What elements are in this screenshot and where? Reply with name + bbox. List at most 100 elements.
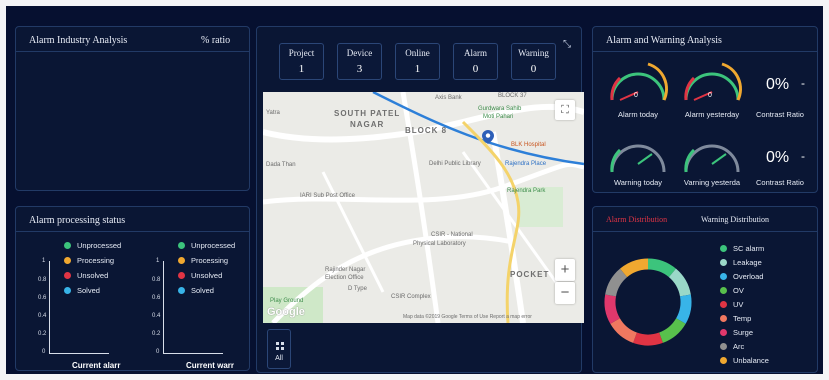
donut-slice-ov[interactable]	[658, 317, 686, 343]
expand-icon[interactable]: ⤡	[563, 39, 571, 50]
legend-item-arc[interactable]: Arc	[720, 342, 744, 351]
gauge-value: 0	[634, 92, 638, 99]
stat-value: 1	[298, 63, 305, 75]
processing-status-panel: Alarm processing status Unprocessed Proc…	[15, 206, 250, 371]
filter-all-button[interactable]: All	[267, 329, 291, 369]
donut-slice-uv[interactable]	[633, 332, 663, 346]
legend-item-ov[interactable]: OV	[720, 286, 744, 295]
legend-item-overload[interactable]: Overload	[720, 272, 763, 281]
legend-item-unsolved[interactable]: Unsolved	[64, 271, 108, 280]
map-label: Election Office	[325, 275, 364, 281]
fullscreen-icon[interactable]: ⛶	[555, 100, 575, 120]
stat-alarm[interactable]: Alarm 0	[453, 43, 498, 80]
legend-item-surge[interactable]: Surge	[720, 328, 753, 337]
legend-label: Processing	[77, 256, 115, 265]
map-label: Play Ground	[270, 298, 304, 304]
legend-item-unprocessed[interactable]: Unprocessed	[178, 241, 235, 250]
legend-dot	[720, 245, 727, 252]
divider	[593, 231, 817, 232]
panel-title: Alarm Industry Analysis	[29, 35, 128, 46]
divider	[16, 51, 249, 52]
map-view[interactable]: BLOCK 37 Axis Bank Gurdwara Sahib Moti P…	[263, 92, 584, 323]
stat-device[interactable]: Device 3	[337, 43, 382, 80]
gauge-label: Alarm yesterday	[684, 110, 740, 119]
donut-slice-temp[interactable]	[610, 317, 638, 343]
divider	[16, 231, 249, 232]
gauge-label: Alarm today	[617, 110, 659, 119]
map-label: Yatra	[266, 110, 280, 116]
donut-slice-overload[interactable]	[676, 294, 692, 324]
donut-slice-arc[interactable]	[605, 268, 628, 297]
legend-dot	[178, 257, 185, 264]
legend-label: Overload	[733, 272, 764, 281]
map-label: Rajinder Nagar	[325, 267, 366, 273]
panel-title: Alarm and Warning Analysis	[606, 35, 722, 46]
tab-warning-distribution[interactable]: Warning Distribution	[701, 215, 769, 224]
donut-slice-leakage[interactable]	[668, 268, 691, 297]
legend-item-unsolved[interactable]: Unsolved	[178, 271, 222, 280]
contrast-ratio-suffix: -	[801, 149, 805, 163]
legend-item-unprocessed[interactable]: Unprocessed	[64, 241, 121, 250]
map-label: Gurdwara Sahib	[478, 106, 522, 112]
gauge-label: Warning today	[613, 178, 663, 187]
legend-dot	[64, 257, 71, 264]
stat-label: Device	[346, 48, 373, 58]
gauge-dial-icon	[610, 144, 666, 173]
legend-item-solved[interactable]: Solved	[64, 286, 100, 295]
stat-label: Online	[405, 48, 430, 58]
dashboard: Alarm Industry Analysis % ratio Alarm pr…	[6, 6, 823, 374]
legend-dot	[178, 272, 185, 279]
legend-dot	[64, 287, 71, 294]
y-tick: 0.8	[152, 277, 161, 283]
legend-dot	[178, 287, 185, 294]
legend-item-temp[interactable]: Temp	[720, 314, 751, 323]
map-label: SOUTH PATEL	[334, 109, 401, 118]
legend-item-uv[interactable]: UV	[720, 300, 743, 309]
gauge-warning-today	[606, 128, 670, 178]
stat-value: 3	[356, 63, 363, 75]
legend-item-unbalance[interactable]: Unbalance	[720, 356, 769, 365]
tab-alarm-distribution[interactable]: Alarm Distribution	[606, 215, 667, 224]
donut-slice-surge[interactable]	[604, 294, 620, 324]
legend-dot	[720, 343, 727, 350]
legend-item-solved[interactable]: Solved	[178, 286, 214, 295]
gauge-warning-yesterday	[680, 128, 744, 178]
chart-caption: Current warr	[186, 361, 235, 370]
map-label: Physical Laboratory	[413, 241, 466, 247]
legend-label: UV	[733, 300, 744, 309]
stat-label: Project	[288, 48, 315, 58]
map-label: NAGAR	[350, 120, 385, 129]
zoom-out-button[interactable]: −	[555, 282, 575, 304]
x-axis	[163, 353, 223, 354]
y-tick: 0.4	[152, 313, 161, 319]
legend-label: SC alarm	[733, 244, 765, 253]
legend-label: OV	[733, 286, 744, 295]
map-label: BLOCK 8	[405, 126, 448, 135]
legend-label: Processing	[191, 256, 229, 265]
donut-slice-unbalance[interactable]	[620, 258, 649, 278]
stat-value: 1	[414, 63, 421, 75]
map-label: Delhi Public Library	[429, 161, 481, 167]
map-label: Axis Bank	[435, 95, 462, 101]
legend-item-sc-alarm[interactable]: SC alarm	[720, 244, 764, 253]
legend-label: Solved	[191, 286, 214, 295]
legend-item-processing[interactable]: Processing	[64, 256, 114, 265]
location-marker-icon[interactable]	[482, 130, 494, 144]
legend-dot	[720, 301, 727, 308]
y-tick: 1	[42, 258, 46, 264]
stat-warning[interactable]: Warning 0	[511, 43, 556, 80]
legend-dot	[720, 315, 727, 322]
legend-item-leakage[interactable]: Leakage	[720, 258, 762, 267]
legend-dot	[720, 273, 727, 280]
gauge-dial-icon	[684, 144, 740, 173]
legend-item-processing[interactable]: Processing	[178, 256, 228, 265]
stat-label: Alarm	[464, 48, 487, 58]
donut-slice-sc-alarm[interactable]	[647, 258, 676, 278]
stat-value: 0	[530, 63, 537, 75]
y-tick: 0.4	[38, 313, 47, 319]
legend-dot	[720, 329, 727, 336]
stat-project[interactable]: Project 1	[279, 43, 324, 80]
stat-online[interactable]: Online 1	[395, 43, 440, 80]
gauge-dial-icon	[684, 62, 742, 101]
zoom-in-button[interactable]: +	[555, 259, 575, 281]
